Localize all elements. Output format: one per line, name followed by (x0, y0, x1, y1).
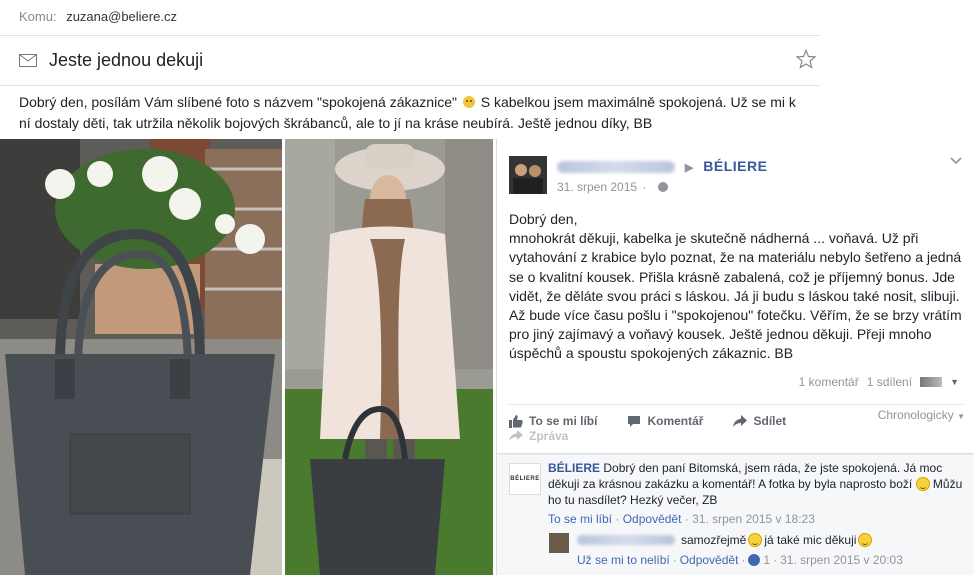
reply-text-1: samozřejmě (681, 533, 747, 547)
message-icon (509, 430, 523, 441)
comment-body: BÉLIERE Dobrý den paní Bitomská, jsem rá… (548, 460, 968, 508)
reply-reply-link[interactable]: Odpovědět (680, 553, 739, 567)
message-button-label: Zpráva (529, 429, 569, 443)
woman-photo[interactable] (285, 139, 493, 575)
reply-avatar[interactable] (549, 533, 569, 553)
smiley-icon (748, 533, 763, 547)
comments-section: BÉLIERE BÉLIERE Dobrý den paní Bitomská,… (497, 455, 974, 575)
page-name-link[interactable]: BÉLIERE (703, 158, 767, 174)
comment-button-label: Komentář (647, 414, 704, 428)
post-text: Dobrý den, mnohokrát děkuji, kabelka je … (509, 211, 962, 362)
sort-dropdown[interactable]: Chronologicky ▼ (878, 408, 965, 422)
reply-body: samozřejmě já také mic děkuji (577, 533, 873, 547)
comment-reply-link[interactable]: Odpovědět (623, 512, 682, 526)
post-author-line: ▶ BÉLIERE (557, 158, 767, 174)
email-body-part1: Dobrý den, posílám Vám slíbené foto s ná… (19, 94, 457, 110)
beliere-logo[interactable]: BÉLIERE (509, 463, 541, 495)
recipient-row: Komu: zuzana@beliere.cz (0, 0, 820, 36)
post-date[interactable]: 31. srpen 2015 · (557, 180, 668, 194)
comment-meta: To se mi líbí · Odpovědět · 31. srpen 20… (548, 512, 815, 526)
comment-button[interactable]: Komentář (627, 409, 703, 433)
reply-meta: Už se mi to nelíbí · Odpovědět · 1 · 31.… (577, 553, 903, 567)
caret-down-icon[interactable]: ▼ (950, 377, 959, 387)
like-button-label: To se mi líbí (529, 414, 598, 428)
beliere-logo-text: BÉLIERE (510, 476, 540, 482)
avatar[interactable] (509, 156, 547, 194)
globe-icon (657, 182, 668, 192)
audience-selector-icon[interactable] (920, 377, 943, 387)
comment-timestamp[interactable]: 31. srpen 2015 v 18:23 (692, 512, 815, 526)
bag-photo-illustration (0, 139, 282, 575)
share-button[interactable]: Sdílet (733, 409, 786, 433)
facebook-screenshot: ▶ BÉLIERE 31. srpen 2015 · Dobrý den, mn… (496, 139, 974, 575)
email-subject: Jeste jednou dekuji (49, 50, 204, 70)
woman-photo-illustration (285, 139, 493, 575)
comment-icon (628, 415, 641, 427)
comment-text: Dobrý den paní Bitomská, jsem ráda, že j… (548, 461, 943, 491)
triangle-right-icon: ▶ (684, 162, 694, 174)
comment-like-link[interactable]: To se mi líbí (548, 512, 612, 526)
comment-count[interactable]: 1 komentář (799, 375, 859, 389)
like-count-icon (748, 554, 761, 566)
smiley-icon (915, 477, 930, 491)
smiley-icon (858, 533, 873, 547)
post-stats: 1 komentář 1 sdílení ▼ (799, 375, 959, 389)
comment-author[interactable]: BÉLIERE (548, 461, 600, 475)
reply-author-blurred[interactable] (577, 535, 675, 545)
share-arrow-icon (733, 414, 748, 427)
reply-timestamp[interactable]: 31. srpen 2015 v 20:03 (780, 553, 903, 567)
subject-row: Jeste jednou dekuji (0, 36, 820, 86)
caret-down-icon: ▼ (957, 412, 965, 421)
message-button[interactable]: Zpráva (509, 429, 568, 443)
recipient-address[interactable]: zuzana@beliere.cz (66, 9, 177, 24)
fb-post: ▶ BÉLIERE 31. srpen 2015 · Dobrý den, mn… (497, 139, 974, 454)
reply-unlike-link[interactable]: Už se mi to nelíbí (577, 553, 670, 567)
email-body: Dobrý den, posílám Vám slíbené foto s ná… (19, 92, 809, 134)
reply-like-count[interactable]: 1 (763, 553, 770, 567)
recipient-label: Komu: (19, 9, 57, 24)
reply-text-2: já také mic děkuji (764, 533, 857, 547)
author-name-blurred[interactable] (557, 161, 675, 174)
star-icon[interactable] (796, 49, 816, 69)
share-button-label: Sdílet (753, 414, 787, 428)
thumbs-up-icon (509, 414, 523, 428)
envelope-icon (19, 54, 37, 67)
chevron-down-icon[interactable] (949, 153, 963, 167)
share-count[interactable]: 1 sdílení (867, 375, 912, 389)
smiley-icon (462, 96, 475, 108)
bag-photo[interactable] (0, 139, 282, 575)
post-date-text: 31. srpen 2015 (557, 180, 638, 194)
sort-label: Chronologicky (877, 408, 954, 422)
